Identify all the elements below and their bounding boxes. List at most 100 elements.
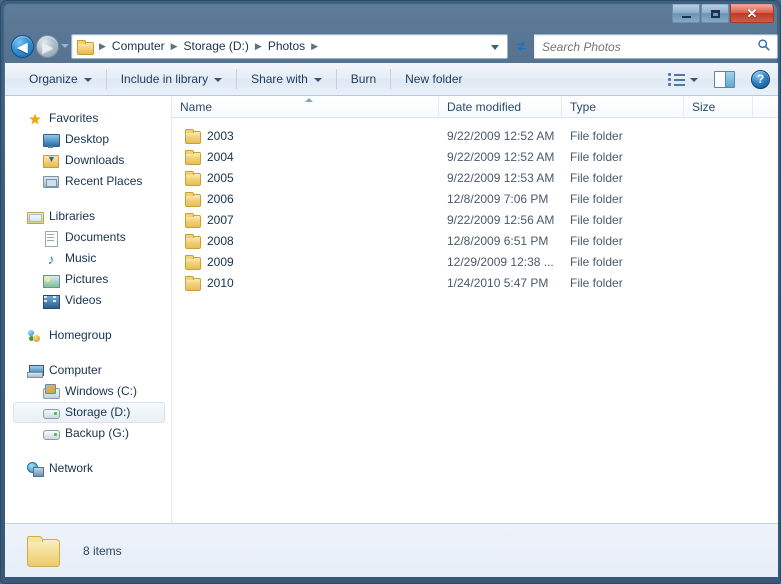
sidebar-label-windows-c: Windows (C:) [65, 384, 138, 398]
table-row[interactable]: 2005 9/22/2009 12:53 AM File folder [172, 167, 778, 188]
search-box[interactable] [534, 34, 778, 59]
recent-locations-chevron-down-icon[interactable] [61, 44, 69, 48]
sidebar-label-backup-g: Backup (G:) [65, 426, 130, 440]
forward-button[interactable]: ▶ [36, 35, 59, 58]
sidebar-item-desktop[interactable]: Desktop [5, 129, 171, 150]
sidebar-group-libraries: Libraries Documents ♪ Music Pictures Vid… [5, 206, 171, 311]
chevron-down-icon [214, 78, 223, 82]
chevron-down-icon [313, 78, 322, 82]
column-header-date-modified[interactable]: Date modified [439, 96, 562, 117]
breadcrumb-separator-icon: ▶ [99, 41, 106, 51]
forward-arrow-icon: ▶ [42, 39, 53, 54]
sidebar-item-homegroup[interactable]: Homegroup [5, 325, 171, 346]
folder-icon [77, 40, 94, 55]
share-with-button[interactable]: Share with [241, 67, 332, 92]
sidebar-item-videos[interactable]: Videos [5, 290, 171, 311]
desktop-icon [43, 132, 60, 148]
homegroup-icon [27, 328, 43, 344]
table-row[interactable]: 2009 12/29/2009 12:38 ... File folder [172, 251, 778, 272]
burn-button[interactable]: Burn [341, 67, 386, 92]
table-row[interactable]: 2004 9/22/2009 12:52 AM File folder [172, 146, 778, 167]
table-row[interactable]: 2006 12/8/2009 7:06 PM File folder [172, 188, 778, 209]
sidebar-label-storage-d: Storage (D:) [65, 405, 131, 419]
star-icon: ★ [28, 110, 42, 127]
view-options-icon[interactable] [668, 72, 686, 86]
sidebar-item-computer[interactable]: Computer [5, 360, 171, 381]
include-in-library-label: Include in library [120, 71, 209, 86]
new-folder-button[interactable]: New folder [395, 67, 472, 92]
view-options-chevron-down-icon[interactable] [690, 78, 698, 82]
breadcrumb-item-computer[interactable]: Computer [110, 35, 167, 58]
item-count-label: 8 items [83, 543, 122, 558]
sidebar-label-desktop: Desktop [65, 132, 110, 146]
minimize-button[interactable] [672, 4, 700, 23]
breadcrumb-item-storage-d[interactable]: Storage (D:) [182, 35, 251, 58]
include-in-library-button[interactable]: Include in library [111, 67, 232, 92]
sidebar-item-libraries[interactable]: Libraries [5, 206, 171, 227]
organize-button[interactable]: Organize [19, 67, 102, 92]
sidebar-item-downloads[interactable]: Downloads [5, 150, 171, 171]
toolbar-divider [105, 69, 107, 89]
file-type: File folder [570, 191, 623, 206]
sidebar-label-network: Network [49, 461, 94, 475]
sidebar-label-computer: Computer [49, 363, 102, 377]
music-note-icon: ♪ [47, 250, 55, 267]
sidebar-item-music[interactable]: ♪ Music [5, 248, 171, 269]
folder-icon [185, 275, 201, 291]
address-breadcrumb-bar[interactable]: ▶ Computer ▶ Storage (D:) ▶ Photos ▶ [71, 34, 508, 59]
backup-drive-icon [43, 426, 60, 442]
breadcrumb-item-photos[interactable]: Photos [266, 35, 307, 58]
file-date-modified: 9/22/2009 12:53 AM [447, 170, 555, 185]
sidebar-item-windows-c[interactable]: Windows (C:) [5, 381, 171, 402]
sidebar-item-favorites[interactable]: ★ Favorites [5, 108, 171, 129]
file-type: File folder [570, 275, 623, 290]
file-type: File folder [570, 149, 623, 164]
preview-pane-button[interactable] [714, 70, 735, 88]
table-row[interactable]: 2007 9/22/2009 12:56 AM File folder [172, 209, 778, 230]
maximize-button[interactable] [701, 4, 729, 23]
sidebar-item-pictures[interactable]: Pictures [5, 269, 171, 290]
sidebar-item-backup-g[interactable]: Backup (G:) [5, 423, 171, 444]
downloads-icon [43, 153, 59, 169]
file-name-cell: 2007 [172, 212, 439, 228]
organize-label: Organize [29, 71, 78, 86]
close-button[interactable]: ✕ [730, 4, 774, 23]
folder-icon [185, 170, 201, 186]
column-label-name: Name [180, 99, 213, 114]
chevron-down-icon [83, 78, 92, 82]
file-type: File folder [570, 128, 623, 143]
search-input[interactable] [534, 39, 755, 54]
sidebar-group-network: Network [5, 458, 171, 479]
help-button[interactable]: ? [751, 69, 770, 89]
file-name: 2003 [207, 128, 234, 143]
column-header-size[interactable]: Size [684, 96, 753, 117]
window-controls: ✕ [672, 4, 774, 23]
search-icon[interactable] [755, 38, 777, 55]
sidebar-group-homegroup: Homegroup [5, 325, 171, 346]
table-row[interactable]: 2003 9/22/2009 12:52 AM File folder [172, 125, 778, 146]
sidebar-label-recent-places: Recent Places [65, 174, 143, 188]
back-button[interactable]: ◀ [11, 35, 34, 58]
column-header-name[interactable]: Name [172, 96, 439, 117]
sidebar-item-storage-d[interactable]: Storage (D:) [13, 402, 165, 423]
sidebar-group-computer: Computer Windows (C:) Storage (D:) Backu… [5, 360, 171, 444]
file-list-pane[interactable]: Name Date modified Type Size 2003 9/22/2… [172, 96, 778, 523]
breadcrumb-separator-icon[interactable]: ▶ [307, 35, 322, 58]
videos-icon [43, 293, 60, 309]
address-dropdown-chevron-down-icon[interactable] [491, 45, 499, 50]
sidebar-item-documents[interactable]: Documents [5, 227, 171, 248]
sidebar-item-recent-places[interactable]: Recent Places [5, 171, 171, 192]
column-header-type[interactable]: Type [562, 96, 684, 117]
burn-label: Burn [350, 71, 377, 86]
sidebar-item-network[interactable]: Network [5, 458, 171, 479]
sidebar-label-pictures: Pictures [65, 272, 109, 286]
refresh-button[interactable] [511, 36, 531, 57]
file-date-modified: 12/8/2009 7:06 PM [447, 191, 549, 206]
table-row[interactable]: 2008 12/8/2009 6:51 PM File folder [172, 230, 778, 251]
table-row[interactable]: 2010 1/24/2010 5:47 PM File folder [172, 272, 778, 293]
file-name-cell: 2009 [172, 254, 439, 270]
navigation-pane[interactable]: ★ Favorites Desktop Downloads Recent Pla… [5, 96, 172, 523]
folder-icon [185, 128, 201, 144]
